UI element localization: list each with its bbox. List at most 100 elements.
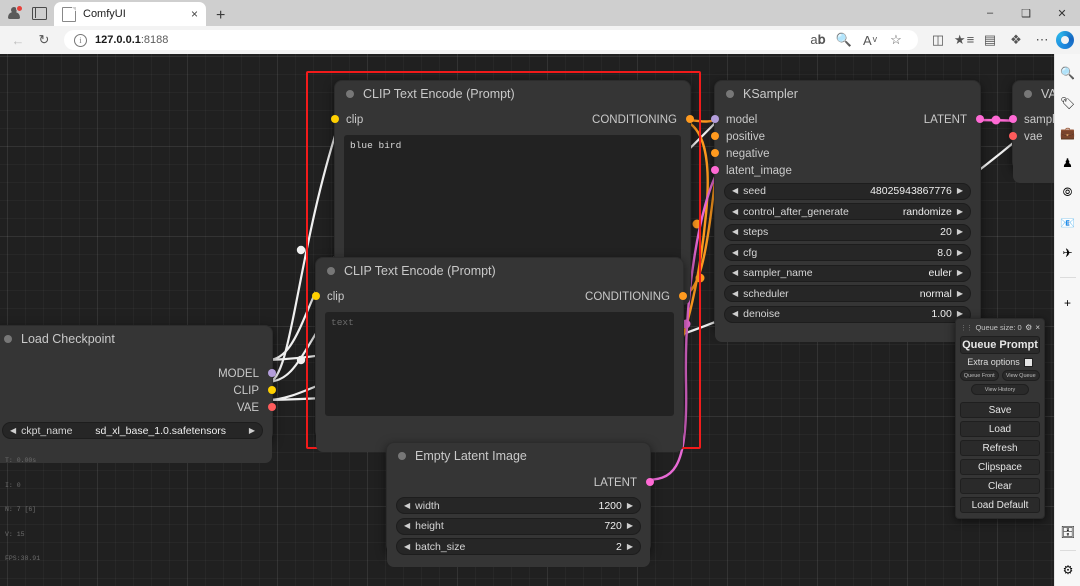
clipspace-button[interactable]: Clipspace [960, 459, 1040, 475]
increment-arrow-icon[interactable]: ▶ [957, 289, 963, 298]
input-port-clip[interactable] [331, 115, 339, 123]
widget-seed[interactable]: ◀ seed 48025943867776 ▶ [724, 182, 971, 200]
browser-essentials-icon[interactable]: ▤ [978, 29, 1002, 51]
extra-options-row[interactable]: Extra options [960, 357, 1040, 367]
widget-control-after-generate[interactable]: ◀ control_after_generate randomize ▶ [724, 203, 971, 220]
decrement-arrow-icon[interactable]: ◀ [404, 522, 410, 530]
window-close-button[interactable]: ✕ [1044, 0, 1080, 26]
node-collapse-icon[interactable] [346, 89, 354, 98]
comfyui-canvas[interactable]: CLIP Text Encode (Prompt) clip CONDITION… [0, 54, 1054, 586]
decrement-arrow-icon[interactable]: ◀ [10, 426, 16, 435]
input-port-positive[interactable] [711, 132, 719, 140]
input-port-latent-image[interactable] [711, 166, 719, 174]
decrement-arrow-icon[interactable]: ◀ [732, 289, 738, 298]
node-clip-text-encode-negative[interactable]: CLIP Text Encode (Prompt) clip CONDITION… [312, 257, 687, 452]
node-title-bar[interactable]: Empty Latent Image [387, 443, 650, 468]
queue-prompt-button[interactable]: Queue Prompt [960, 336, 1040, 354]
notes-icon[interactable]: 🗄 [1060, 523, 1077, 540]
node-title-bar[interactable]: VAE [1013, 81, 1054, 106]
input-port-vae[interactable] [1009, 132, 1017, 140]
decrement-arrow-icon[interactable]: ◀ [732, 248, 738, 257]
settings-more-icon[interactable]: ⋯ [1030, 29, 1054, 51]
prompt-textarea-positive[interactable]: blue bird [344, 135, 681, 265]
node-collapse-icon[interactable] [726, 89, 734, 98]
favorite-star-icon[interactable]: ☆ [884, 29, 908, 51]
collections-icon[interactable]: ★ ≡ [952, 29, 976, 51]
node-title-bar[interactable]: CLIP Text Encode (Prompt) [335, 81, 690, 106]
back-icon[interactable]: ← [6, 29, 30, 51]
widget-sampler-name[interactable]: ◀ sampler_name euler ▶ [724, 264, 971, 282]
increment-arrow-icon[interactable]: ▶ [957, 228, 963, 236]
increment-arrow-icon[interactable]: ▶ [627, 522, 633, 530]
node-collapse-icon[interactable] [327, 266, 335, 275]
output-port-vae[interactable] [268, 403, 276, 411]
widget-height[interactable]: ◀ height 720 ▶ [396, 517, 641, 535]
input-port-negative[interactable] [711, 149, 719, 157]
decrement-arrow-icon[interactable]: ◀ [404, 542, 410, 551]
widget-scheduler[interactable]: ◀ scheduler normal ▶ [724, 285, 971, 302]
increment-arrow-icon[interactable]: ▶ [957, 207, 963, 216]
widget-batch-size[interactable]: ◀ batch_size 2 ▶ [396, 538, 641, 555]
input-port-clip[interactable] [312, 292, 320, 300]
read-aloud-icon[interactable]: a𝐛 [806, 29, 830, 51]
gear-icon[interactable]: ⚙ [1025, 323, 1032, 332]
input-port-model[interactable] [711, 115, 719, 123]
prompt-textarea-negative[interactable]: text [325, 312, 674, 416]
output-port-latent[interactable] [646, 478, 654, 486]
window-minimize-button[interactable]: – [972, 0, 1008, 26]
close-icon[interactable]: × [1035, 323, 1040, 332]
view-history-button[interactable]: View History [971, 384, 1029, 395]
output-port-model[interactable] [268, 369, 276, 377]
decrement-arrow-icon[interactable]: ◀ [732, 228, 738, 236]
site-info-icon[interactable]: i [74, 33, 87, 47]
output-port-conditioning[interactable] [679, 292, 687, 300]
profile-icon[interactable] [6, 4, 24, 22]
copilot-icon[interactable] [1056, 31, 1074, 49]
sidebar-settings-icon[interactable]: ⚙ [1060, 561, 1077, 578]
increment-arrow-icon[interactable]: ▶ [957, 248, 963, 257]
add-sidebar-icon[interactable]: + [1059, 294, 1076, 311]
shopping-tag-icon[interactable]: 🏷 [1059, 94, 1076, 111]
increment-arrow-icon[interactable]: ▶ [957, 269, 963, 277]
copilot-sidebar-icon[interactable]: ⦾ [1059, 184, 1076, 201]
decrement-arrow-icon[interactable]: ◀ [732, 310, 738, 318]
node-load-checkpoint[interactable]: Load Checkpoint MODEL CLIP VAE ◀ ckpt_na [0, 325, 276, 463]
widget-ckpt-name[interactable]: ◀ ckpt_name sd_xl_base_1.0.safetensors ▶ [2, 422, 263, 439]
load-button[interactable]: Load [960, 421, 1040, 437]
extra-options-checkbox[interactable] [1023, 357, 1033, 367]
widget-width[interactable]: ◀ width 1200 ▶ [396, 497, 641, 514]
widget-steps[interactable]: ◀ steps 20 ▶ [724, 223, 971, 241]
output-port-latent[interactable] [976, 115, 984, 123]
address-bar[interactable]: i 127.0.0.1:8188 a𝐛 🔍 A ᵛ ☆ [64, 30, 918, 50]
widget-denoise[interactable]: ◀ denoise 1.00 ▶ [724, 305, 971, 323]
node-ksampler[interactable]: KSampler model LATENT positive negative [711, 80, 984, 342]
clear-button[interactable]: Clear [960, 478, 1040, 494]
search-icon[interactable]: 🔍 [1059, 64, 1076, 81]
output-port-conditioning[interactable] [686, 115, 694, 123]
immersive-reader-icon[interactable]: A ᵛ [858, 29, 882, 51]
node-collapse-icon[interactable] [1024, 89, 1032, 98]
increment-arrow-icon[interactable]: ▶ [957, 310, 963, 318]
load-default-button[interactable]: Load Default [960, 497, 1040, 513]
decrement-arrow-icon[interactable]: ◀ [732, 269, 738, 277]
drag-handle-icon[interactable]: ⋮⋮ [960, 324, 973, 332]
split-screen-icon[interactable]: ◫ [926, 29, 950, 51]
tab-close-icon[interactable]: × [189, 8, 200, 20]
decrement-arrow-icon[interactable]: ◀ [732, 187, 738, 195]
new-tab-button[interactable]: + [216, 8, 225, 24]
tools-icon[interactable]: 💼 [1059, 124, 1076, 141]
output-port-clip[interactable] [268, 386, 276, 394]
decrement-arrow-icon[interactable]: ◀ [732, 207, 738, 216]
node-collapse-icon[interactable] [4, 334, 12, 343]
extensions-icon[interactable]: ❖ [1004, 29, 1028, 51]
view-queue-button[interactable]: View Queue [1001, 370, 1040, 381]
increment-arrow-icon[interactable]: ▶ [957, 187, 963, 195]
outlook-icon[interactable]: 📧 [1059, 214, 1076, 231]
window-maximize-button[interactable]: ❑ [1008, 0, 1044, 26]
queue-front-button[interactable]: Queue Front [960, 370, 999, 381]
decrement-arrow-icon[interactable]: ◀ [404, 501, 410, 510]
games-icon[interactable]: ♟ [1059, 154, 1076, 171]
increment-arrow-icon[interactable]: ▶ [627, 542, 633, 551]
node-vae-decode[interactable]: VAE sampl vae [1009, 80, 1054, 183]
node-empty-latent-image[interactable]: Empty Latent Image LATENT ◀ width 1200 ▶… [386, 442, 654, 567]
